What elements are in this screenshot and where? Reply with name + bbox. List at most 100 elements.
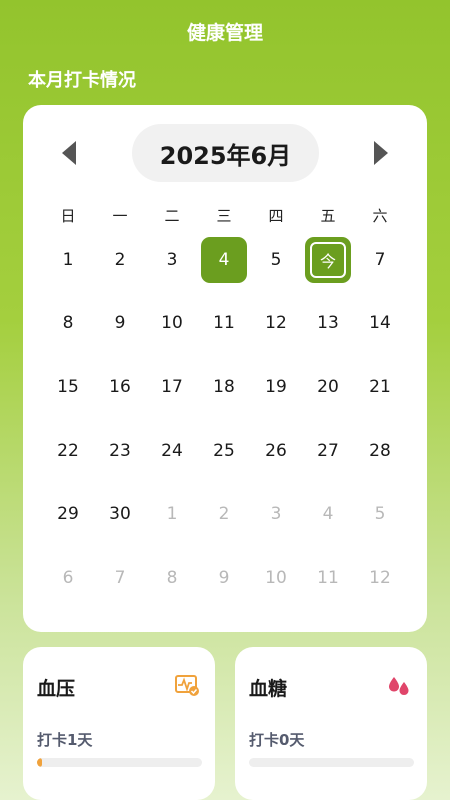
weekday-label: 二 (164, 207, 180, 225)
calendar-day-number: 5 (270, 249, 282, 270)
calendar-day-number: 22 (57, 440, 79, 461)
calendar-day: 5 (354, 482, 406, 546)
calendar-day[interactable]: 23 (94, 419, 146, 483)
calendar-day-number: 7 (114, 567, 126, 588)
calendar-day-number: 26 (265, 440, 287, 461)
calendar-day-number: 27 (317, 440, 339, 461)
calendar-day: 1 (146, 482, 198, 546)
blood-pressure-card[interactable]: 血压 打卡1天 (23, 647, 215, 800)
calendar-day[interactable]: 16 (94, 355, 146, 419)
blood-pressure-progress (37, 758, 202, 767)
calendar-day-number: 8 (166, 567, 178, 588)
page-title: 健康管理 (186, 22, 263, 44)
blood-sugar-card[interactable]: 血糖 打卡0天 (235, 647, 427, 800)
calendar-day[interactable]: 9 (94, 292, 146, 356)
calendar-day-number: 30 (109, 504, 131, 525)
calendar-day[interactable]: 29 (42, 482, 94, 546)
calendar-day[interactable]: 3 (146, 228, 198, 292)
calendar-day[interactable]: 24 (146, 419, 198, 483)
calendar-day-number: 8 (62, 313, 74, 334)
calendar-day-today[interactable]: 今 (302, 228, 354, 292)
calendar-day[interactable]: 17 (146, 355, 198, 419)
blood-sugar-progress (249, 758, 414, 767)
calendar-day-number: 6 (62, 567, 74, 588)
calendar-day[interactable]: 10 (146, 292, 198, 356)
calendar-day[interactable]: 28 (354, 419, 406, 483)
calendar-day-number: 12 (265, 313, 287, 334)
calendar-day[interactable]: 2 (94, 228, 146, 292)
weekday-label: 四 (268, 207, 284, 225)
calendar-day[interactable]: 19 (250, 355, 302, 419)
calendar-day-number: 3 (270, 504, 282, 525)
blood-pressure-checkin-label: 打卡1天 (37, 731, 93, 749)
calendar-day: 2 (198, 482, 250, 546)
calendar-day[interactable]: 1 (42, 228, 94, 292)
weekday-header: 日一二三四五六 (42, 205, 406, 226)
calendar-day-number: 21 (369, 376, 391, 397)
calendar-day-number: 13 (317, 313, 339, 334)
calendar-day[interactable]: 7 (354, 228, 406, 292)
calendar-day: 8 (146, 546, 198, 610)
calendar-grid: 1 2 3 4 5 今 7 8 9 10 11 12 13 14 15 16 17 18 19 20 21 22 23 24 2… (42, 228, 406, 610)
calendar-day-number: 23 (109, 440, 131, 461)
calendar-day[interactable]: 30 (94, 482, 146, 546)
calendar-day-number: 20 (317, 376, 339, 397)
calendar-day-number: 1 (62, 249, 74, 270)
calendar-day-number: 15 (57, 376, 79, 397)
calendar-day[interactable]: 8 (42, 292, 94, 356)
heart-monitor-icon (175, 675, 199, 696)
calendar-day[interactable]: 11 (198, 292, 250, 356)
calendar-day[interactable]: 14 (354, 292, 406, 356)
calendar-day[interactable]: 21 (354, 355, 406, 419)
calendar-day-number: 28 (369, 440, 391, 461)
blood-sugar-checkin-label: 打卡0天 (249, 731, 305, 749)
calendar-day-number: 19 (265, 376, 287, 397)
next-month-icon[interactable] (374, 141, 388, 165)
calendar-day[interactable]: 20 (302, 355, 354, 419)
calendar-day-number: 2 (218, 504, 230, 525)
calendar-card: 2025年6月 日一二三四五六 1 2 3 4 5 今 7 8 9 10 11 12 13 14 15 16 1… (23, 105, 427, 632)
weekday-label: 三 (216, 207, 232, 225)
calendar-day[interactable]: 15 (42, 355, 94, 419)
calendar-day-number: 4 (322, 504, 334, 525)
month-selector[interactable]: 2025年6月 (132, 124, 319, 182)
calendar-day-number: 25 (213, 440, 235, 461)
calendar-day: 10 (250, 546, 302, 610)
weekday-label: 一 (112, 207, 128, 225)
calendar-day[interactable]: 18 (198, 355, 250, 419)
calendar-day-number: 10 (161, 313, 183, 334)
calendar-day-number: 今 (305, 236, 351, 283)
calendar-day: 9 (198, 546, 250, 610)
calendar-day-number: 24 (161, 440, 183, 461)
calendar-day[interactable]: 12 (250, 292, 302, 356)
calendar-day-number: 5 (374, 504, 386, 525)
calendar-day[interactable]: 27 (302, 419, 354, 483)
calendar-day-number: 10 (265, 567, 287, 588)
calendar-day: 7 (94, 546, 146, 610)
calendar-day-number: 9 (114, 313, 126, 334)
calendar-day-number: 9 (218, 567, 230, 588)
calendar-day-selected[interactable]: 4 (198, 228, 250, 292)
calendar-day: 12 (354, 546, 406, 610)
calendar-day[interactable]: 5 (250, 228, 302, 292)
calendar-day-number: 4 (201, 236, 247, 283)
calendar-day-number: 14 (369, 313, 391, 334)
calendar-day-number: 11 (213, 313, 235, 334)
calendar-day: 11 (302, 546, 354, 610)
calendar-day-number: 29 (57, 504, 79, 525)
prev-month-icon[interactable] (62, 141, 76, 165)
calendar-day[interactable]: 22 (42, 419, 94, 483)
calendar-day-number: 11 (317, 567, 339, 588)
calendar-day: 3 (250, 482, 302, 546)
calendar-day-number: 17 (161, 376, 183, 397)
calendar-day-number: 7 (374, 249, 386, 270)
calendar-day[interactable]: 13 (302, 292, 354, 356)
calendar-day-number: 3 (166, 249, 178, 270)
calendar-day: 4 (302, 482, 354, 546)
blood-pressure-title: 血压 (37, 678, 76, 700)
calendar-day[interactable]: 25 (198, 419, 250, 483)
weekday-label: 日 (60, 207, 76, 225)
calendar-day[interactable]: 26 (250, 419, 302, 483)
today-marker: 今 (310, 241, 346, 278)
blood-pressure-progress-fill (37, 758, 42, 767)
